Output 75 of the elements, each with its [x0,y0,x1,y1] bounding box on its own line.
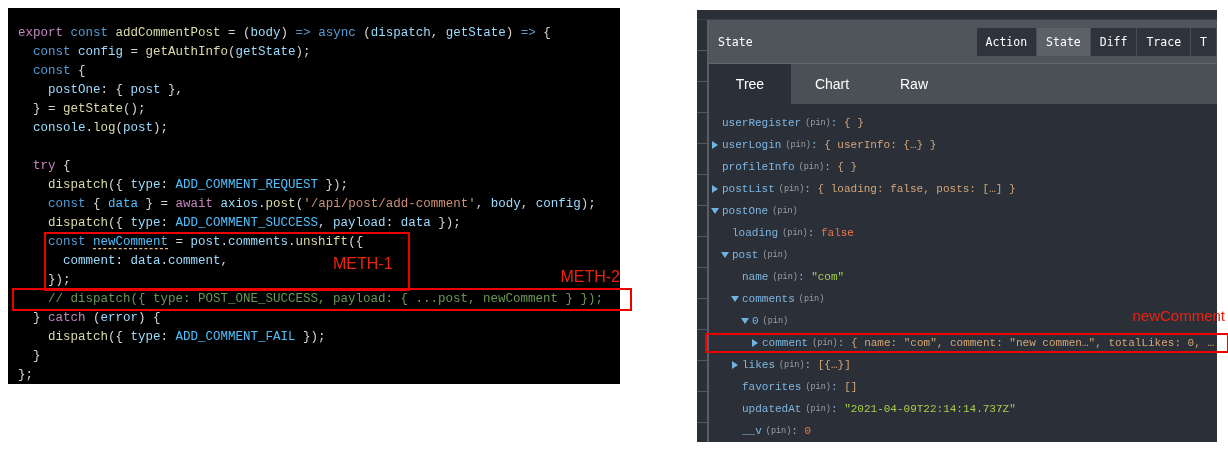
collapse-arrow-icon[interactable] [741,317,749,325]
tree-key: postList [722,183,775,195]
expand-arrow-icon[interactable] [711,185,719,193]
pin-link[interactable]: (pin) [765,426,792,436]
pin-link[interactable]: (pin) [805,382,831,392]
code-line: try { [32,158,71,175]
code-line: } catch (error) { [32,310,161,327]
pin-link[interactable]: (pin) [805,118,831,128]
tree-key: comment [762,337,809,349]
pin-link[interactable]: (pin) [785,140,811,150]
pin-link[interactable]: (pin) [778,184,805,194]
tree-value: : 0 [791,425,812,437]
view-tab[interactable]: Chart [791,64,873,104]
collapse-arrow-icon[interactable] [731,295,739,303]
panel-title: State [718,34,753,49]
tree-key: favorites [742,381,802,393]
tree-key: userLogin [722,139,782,151]
tree-key: name [742,271,769,283]
tree-value: : { loading: false, posts: […] } [804,183,1016,195]
annotation-label: METH-1 [333,255,393,273]
tree-value: : { } [830,117,864,129]
code-line: } = getState(); [32,101,146,118]
code-line: // dispatch({ type: POST_ONE_SUCCESS, payload: { ...post, newComment } }); [47,291,604,308]
view-tab[interactable]: Tree [709,64,791,104]
annotation-label: METH-2 [560,268,620,286]
mode-button[interactable]: State [1037,27,1091,56]
expand-arrow-icon[interactable] [731,361,739,369]
tree-value: : { name: "com", comment: "new commen…", totalLikes: 0, … [837,337,1214,349]
tree-value: : false [807,227,854,239]
pin-link[interactable]: (pin) [798,294,825,304]
pin-link[interactable]: (pin) [812,338,838,348]
pin-link[interactable]: (pin) [762,316,789,326]
code-line: const newComment = post.comments.unshift({ [47,234,364,251]
code-line: export const addCommentPost = (body) => async (dispatch, getState) => { [18,25,551,42]
pin-link[interactable]: (pin) [779,360,805,370]
code-line: dispatch({ type: ADD_COMMENT_FAIL }); [47,329,326,346]
tree-key: profileInfo [722,161,795,173]
tree-key: userRegister [722,117,802,129]
code-line: dispatch({ type: ADD_COMMENT_SUCCESS, payload: data }); [47,215,461,232]
tree-key: __v [742,425,762,437]
code-line: console.log(post); [32,120,169,137]
collapse-arrow-icon[interactable] [711,207,719,215]
code-line: postOne: { post }, [47,82,184,99]
tree-key: likes [742,359,775,371]
expand-arrow-icon[interactable] [711,141,719,149]
code-line: const config = getAuthInfo(getState); [32,44,311,61]
mode-button[interactable]: Action [976,27,1038,56]
code-line: comment: data.comment, [62,253,229,270]
pin-link[interactable]: (pin) [772,206,798,216]
code-line: }); [47,272,71,289]
tree-value: : { userInfo: {…} } [810,139,937,151]
tree-value: : "com" [797,271,845,283]
tree-value: : { } [824,161,858,173]
tree-value: : "2021-04-09T22:14:14.737Z" [830,403,1016,415]
tree-key: post [732,249,759,261]
tree-key: updatedAt [742,403,802,415]
tree-key: 0 [752,315,759,327]
collapse-arrow-icon[interactable] [721,251,729,259]
code-line: const { [32,63,86,80]
pin-link[interactable]: (pin) [762,250,788,260]
code-line: dispatch({ type: ADD_COMMENT_REQUEST }); [47,177,349,194]
tree-key: comments [742,293,795,305]
pin-link[interactable]: (pin) [798,162,825,172]
expand-arrow-icon[interactable] [751,339,759,347]
pin-link[interactable]: (pin) [805,404,831,414]
pin-link[interactable]: (pin) [772,272,798,282]
tree-key: postOne [722,205,769,217]
tree-key: loading [732,227,779,239]
view-tab[interactable]: Raw [873,64,955,104]
code-line: const { data } = await axios.post('/api/post/add-comment', body, config); [47,196,596,213]
pin-link[interactable]: (pin) [782,228,808,238]
tree-value: : [{…}] [804,359,851,371]
code-line: } [32,348,41,365]
code-line: }; [18,367,33,384]
tree-value: : [] [830,381,858,393]
